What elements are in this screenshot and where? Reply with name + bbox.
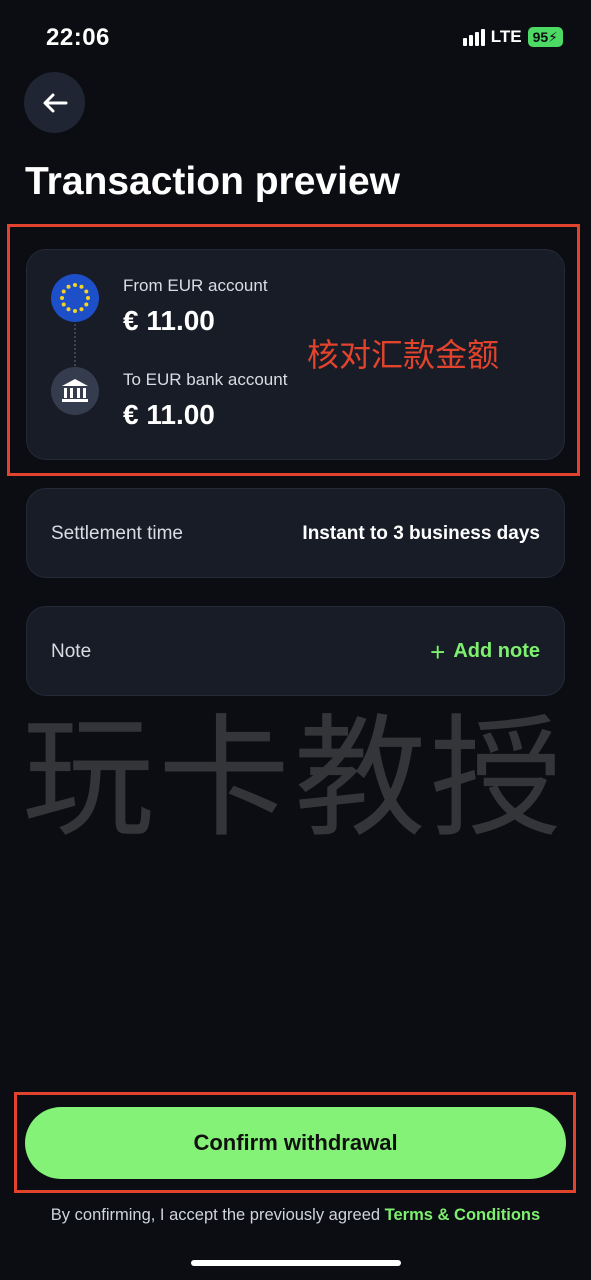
- add-note-button[interactable]: + Add note: [430, 636, 540, 667]
- settlement-value: Instant to 3 business days: [302, 523, 540, 544]
- battery-indicator: 95⚡: [527, 27, 563, 47]
- status-indicators: LTE 95⚡: [462, 27, 563, 47]
- signal-icon: [462, 28, 485, 46]
- battery-level: 95: [532, 29, 549, 45]
- settlement-row: Settlement time Instant to 3 business da…: [26, 488, 565, 578]
- plus-icon: +: [430, 636, 446, 667]
- network-type: LTE: [490, 27, 522, 46]
- terms-prefix: By confirming, I accept the previously a…: [50, 1206, 385, 1224]
- settlement-label: Settlement time: [51, 523, 183, 544]
- charging-icon: ⚡: [548, 29, 558, 45]
- back-button[interactable]: [24, 72, 85, 133]
- watermark: 玩卡教授: [22, 702, 566, 856]
- status-bar: 22:06 LTE 95⚡: [0, 0, 591, 76]
- page-title: Transaction preview: [25, 160, 400, 203]
- highlight-box-confirm: [14, 1092, 576, 1193]
- note-label: Note: [51, 641, 92, 662]
- arrow-left-icon: [43, 93, 67, 112]
- status-time: 22:06: [46, 24, 110, 51]
- terms-link[interactable]: Terms & Conditions: [385, 1206, 541, 1224]
- highlight-box-transfer: [7, 224, 580, 476]
- home-indicator: [191, 1260, 401, 1266]
- terms-text: By confirming, I accept the previously a…: [0, 1206, 591, 1225]
- add-note-label: Add note: [453, 640, 540, 662]
